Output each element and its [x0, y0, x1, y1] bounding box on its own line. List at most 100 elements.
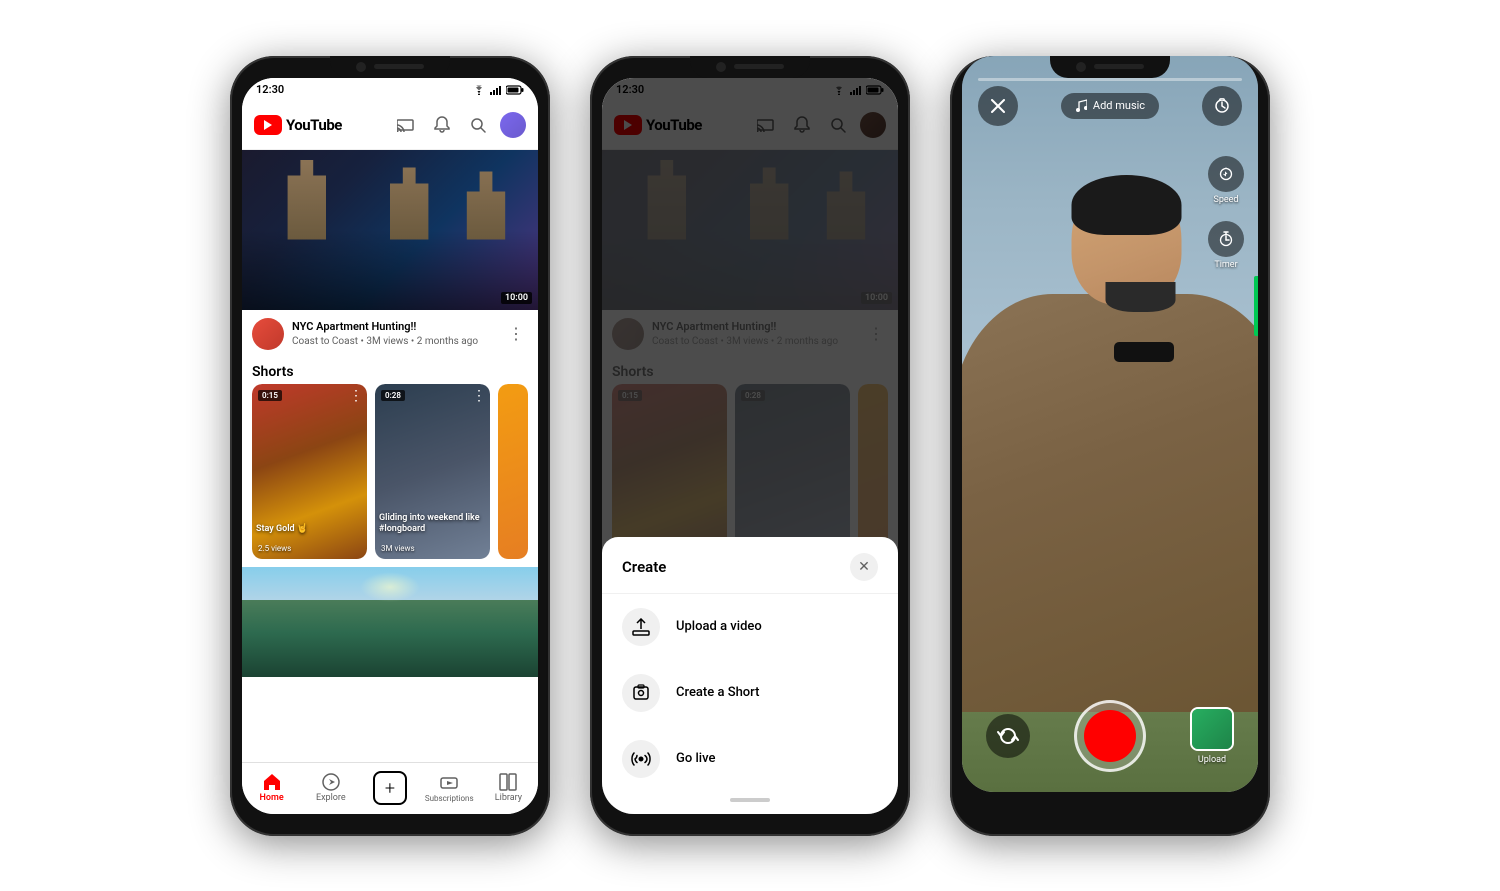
time-1: 12:30	[256, 83, 284, 96]
modal-bottom-bar	[730, 798, 770, 802]
camera-top-bar-3: Add music	[962, 86, 1258, 126]
modal-create-short-item[interactable]: Create a Short	[602, 660, 898, 726]
nav-explore-label-1: Explore	[316, 793, 346, 803]
go-live-icon	[622, 740, 660, 778]
short-views-1: 2.5 views	[258, 544, 291, 553]
create-modal: Create ✕ Upload a video	[602, 537, 898, 814]
short-card-1[interactable]: 0:15 ⋮ Stay Gold 🤘 2.5 views	[252, 384, 367, 559]
explore-icon-1	[322, 773, 340, 791]
upload-label: Upload a video	[676, 619, 762, 634]
nav-explore-1[interactable]: Explore	[301, 773, 360, 803]
video-title-1: NYC Apartment Hunting!!	[292, 320, 496, 334]
green-side-bar-3	[1254, 276, 1258, 336]
short-thumb-1: 0:15 ⋮ Stay Gold 🤘 2.5 views	[252, 384, 367, 559]
speed-timer-button[interactable]	[1202, 86, 1242, 126]
short-card-3[interactable]	[498, 384, 528, 559]
short-thumb-2: 0:28 ⋮ Gliding into weekend like #longbo…	[375, 384, 490, 559]
go-live-label: Go live	[676, 751, 715, 766]
progress-bar-3	[978, 78, 1242, 81]
library-icon-1	[499, 773, 517, 791]
modal-go-live-item[interactable]: Go live	[602, 726, 898, 792]
record-button[interactable]	[1074, 700, 1146, 772]
battery-icon-1	[506, 85, 524, 95]
video-thumb-1[interactable]: 10:00	[242, 150, 538, 310]
home-icon-1	[263, 773, 281, 791]
short-more-1[interactable]: ⋮	[349, 388, 363, 404]
camera-right-controls-3: Speed Timer	[1208, 156, 1244, 270]
subscriptions-icon-1	[440, 774, 458, 792]
yt-logo-text-1: YouTube	[286, 116, 342, 134]
create-short-icon	[622, 674, 660, 712]
wifi-icon-1	[472, 85, 486, 95]
phone-3: Add music Speed	[950, 56, 1270, 836]
modal-overlay-2: Create ✕ Upload a video	[602, 78, 898, 814]
upload-button-3[interactable]: Upload	[1190, 707, 1234, 765]
short-duration-2: 0:28	[381, 390, 405, 401]
nav-subscriptions-label-1: Subscriptions	[425, 794, 474, 803]
nav-subscriptions-1[interactable]: Subscriptions	[420, 774, 479, 803]
cast-icon-1[interactable]	[392, 111, 420, 139]
close-camera-button[interactable]	[978, 86, 1018, 126]
speed-icon-right-3	[1208, 156, 1244, 192]
modal-close-button[interactable]: ✕	[850, 553, 878, 581]
youtube-header-1: YouTube	[242, 102, 538, 150]
search-icon-1[interactable]	[464, 111, 492, 139]
flip-icon-3	[997, 725, 1019, 747]
shorts-title-1: Shorts	[242, 358, 538, 384]
modal-title: Create	[622, 558, 666, 576]
video-meta-1: Coast to Coast • 3M views • 2 months ago	[292, 336, 496, 347]
speed-icon-3	[1214, 98, 1230, 114]
phone-screen-2: 12:30	[602, 78, 898, 814]
phone-1: 12:30	[230, 56, 550, 836]
nav-home-1[interactable]: Home	[242, 773, 301, 803]
phone-notch-2	[690, 56, 810, 78]
channel-avatar-1[interactable]	[252, 318, 284, 350]
timer-control[interactable]: Timer	[1208, 221, 1244, 270]
timer-icon-3	[1208, 221, 1244, 257]
short-duration-1: 0:15	[258, 390, 282, 401]
nav-library-1[interactable]: Library	[479, 773, 538, 803]
create-icon-1[interactable]: +	[373, 771, 407, 805]
signal-icon-1	[490, 85, 502, 95]
phone-2: 12:30	[590, 56, 910, 836]
bottom-nav-1: Home Explore + Subsc	[242, 762, 538, 814]
nav-create-1[interactable]: +	[360, 771, 419, 805]
more-icon-1[interactable]: ⋮	[504, 320, 528, 347]
speaker-3	[1094, 64, 1144, 69]
music-note-icon-3	[1075, 99, 1087, 113]
add-music-label: Add music	[1093, 99, 1145, 112]
short-views-2: 3M views	[381, 544, 415, 553]
landscape-thumb-1[interactable]	[242, 567, 538, 677]
video-duration-1: 10:00	[501, 292, 532, 304]
building-graphic-1	[262, 160, 518, 240]
short-more-2[interactable]: ⋮	[472, 388, 486, 404]
shorts-row-1: 0:15 ⋮ Stay Gold 🤘 2.5 views 0:28 ⋮ Glid…	[242, 384, 538, 567]
video-info-1: NYC Apartment Hunting!! Coast to Coast •…	[242, 310, 538, 358]
speed-label-3: Speed	[1213, 195, 1238, 205]
phone-screen-1: 12:30	[242, 78, 538, 814]
short-label-2: Gliding into weekend like #longboard	[379, 513, 486, 535]
short-label-1: Stay Gold 🤘	[256, 524, 363, 535]
account-avatar-1[interactable]	[500, 112, 526, 138]
video-details-1: NYC Apartment Hunting!! Coast to Coast •…	[292, 320, 496, 346]
modal-upload-item[interactable]: Upload a video	[602, 594, 898, 660]
add-music-button[interactable]: Add music	[1061, 93, 1159, 119]
nav-library-label-1: Library	[495, 793, 522, 803]
upload-icon	[622, 608, 660, 646]
camera-screen-3: Add music Speed	[962, 56, 1258, 792]
bell-icon-1[interactable]	[428, 111, 456, 139]
video-image-1	[242, 150, 538, 310]
speed-control[interactable]: Speed	[1208, 156, 1244, 205]
upload-label-3: Upload	[1198, 755, 1226, 765]
upload-thumb-3	[1190, 707, 1234, 751]
flip-camera-button[interactable]	[986, 714, 1030, 758]
yt-logo-icon-1	[254, 115, 282, 135]
status-bar-1: 12:30	[242, 78, 538, 102]
create-short-label: Create a Short	[676, 685, 759, 700]
status-icons-1	[472, 85, 524, 95]
record-inner-3	[1084, 710, 1136, 762]
yt-logo-1[interactable]: YouTube	[254, 115, 342, 135]
short-card-2[interactable]: 0:28 ⋮ Gliding into weekend like #longbo…	[375, 384, 490, 559]
phone-notch-3	[1050, 56, 1170, 78]
timer-label-3: Timer	[1214, 260, 1237, 270]
